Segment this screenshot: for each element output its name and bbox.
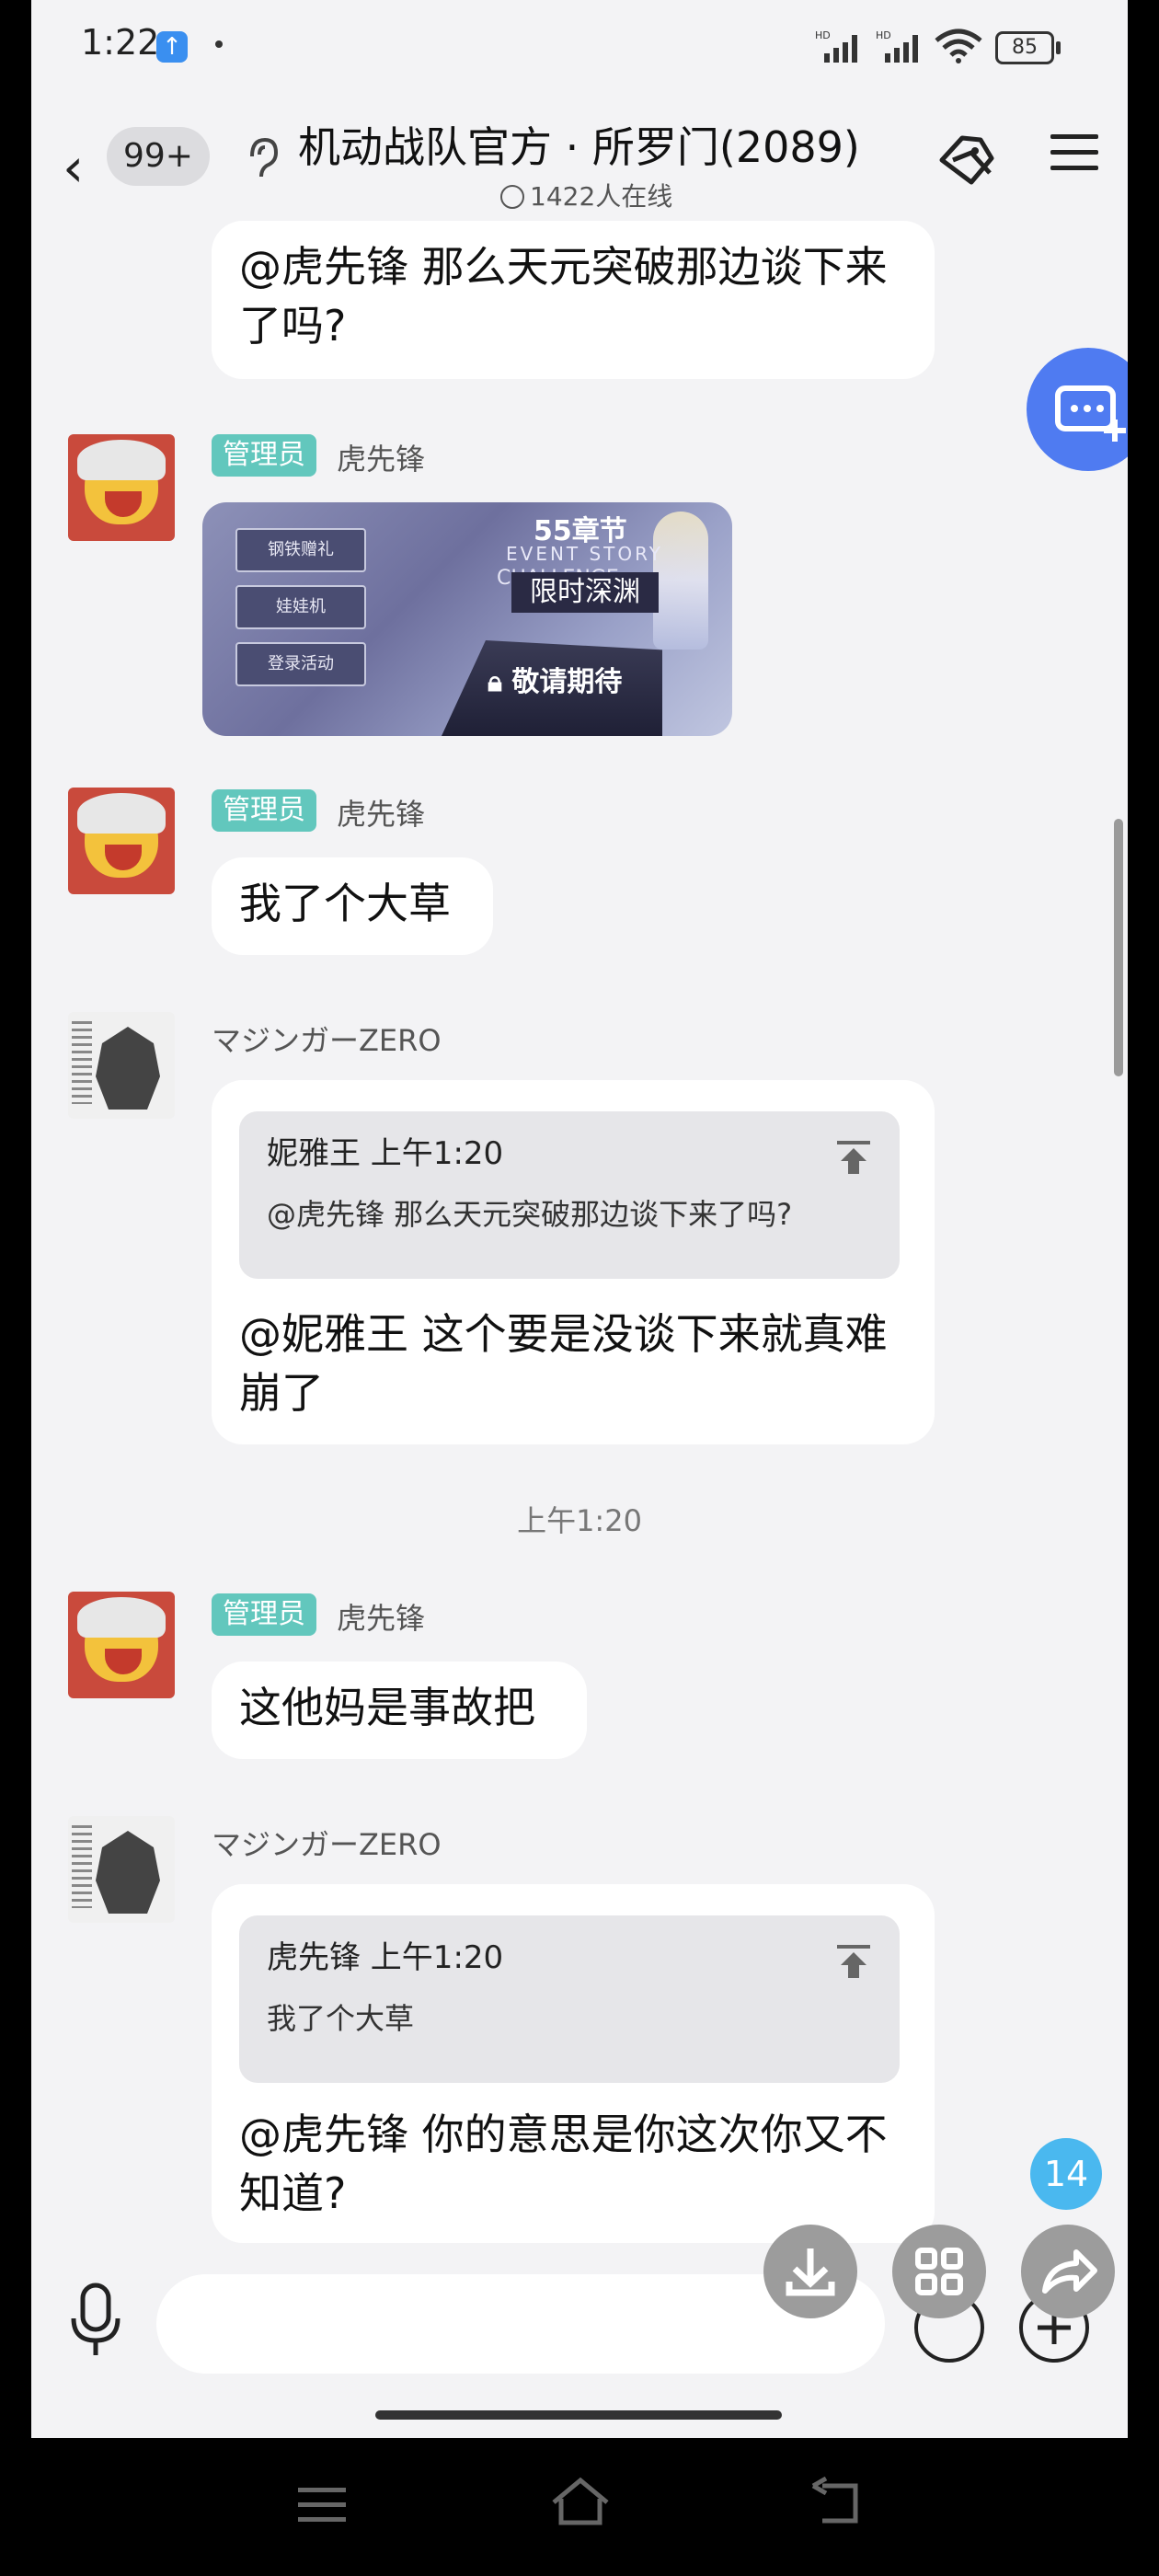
menu-icon[interactable]	[1050, 134, 1098, 181]
message-text: @妮雅王 这个要是没谈下来就真难崩了	[239, 1309, 888, 1418]
message-text: 我了个大草	[239, 879, 451, 928]
avatar[interactable]	[68, 1592, 175, 1698]
message-text: @虎先锋 你的意思是你这次你又不知道?	[239, 2110, 888, 2218]
signal-icon: HD	[815, 29, 857, 63]
lock-icon: 🔒︎	[488, 666, 502, 698]
quoted-message[interactable]: 妮雅王 上午1:20 @虎先锋 那么天元突破那边谈下来了吗?	[239, 1111, 900, 1279]
image-message[interactable]: 钢铁赠礼 娃娃机 登录活动 55章节 EVENT STORY CHALLENGE…	[202, 502, 732, 736]
sender-name[interactable]: 虎先锋	[337, 791, 425, 834]
chat-screen: 1:22 ↑ HD HD 85 ‹ 99+ 机动战队官方 · 所罗门(2089)	[31, 0, 1128, 2438]
admin-badge: 管理员	[212, 434, 316, 477]
upload-notification-icon: ↑	[156, 31, 188, 63]
message-bubble[interactable]: @虎先锋 那么天元突破那边谈下来了吗?	[212, 221, 935, 379]
image-lock-label: 🔒︎ 敬请期待	[488, 659, 622, 699]
chat-plus-icon	[1055, 385, 1126, 442]
online-count-text: 1422人在线	[530, 181, 673, 212]
battery-icon: 85	[995, 31, 1061, 64]
status-bar: 1:22 ↑ HD HD 85	[31, 0, 1128, 101]
unread-count-badge[interactable]: 99+	[107, 127, 210, 186]
jump-to-top-icon[interactable]	[835, 1139, 872, 1176]
image-lock-text: 敬请期待	[511, 666, 623, 698]
wifi-icon	[935, 29, 982, 63]
recents-icon[interactable]	[294, 2482, 350, 2528]
back-arrow-icon[interactable]: ‹	[63, 136, 84, 199]
apps-grid-button[interactable]	[892, 2225, 986, 2318]
image-menu-button: 登录活动	[235, 642, 366, 686]
quoted-message[interactable]: 虎先锋 上午1:20 我了个大草	[239, 1915, 900, 2083]
sender-name[interactable]: マジンガーZERO	[212, 1018, 442, 1060]
message-text: 这他妈是事故把	[239, 1683, 535, 1732]
home-indicator[interactable]	[375, 2410, 782, 2420]
tag-icon[interactable]	[936, 131, 1004, 190]
image-menu-button: 娃娃机	[235, 585, 366, 629]
chat-header: ‹ 99+ 机动战队官方 · 所罗门(2089) 1422人在线	[31, 101, 1128, 221]
signal-icon-2: HD	[876, 29, 918, 63]
status-time: 1:22	[81, 22, 160, 63]
grid-icon	[915, 2248, 963, 2295]
back-icon[interactable]	[809, 2477, 865, 2528]
group-title: 机动战队官方 · 所罗门(2089)	[298, 122, 860, 172]
avatar[interactable]	[68, 434, 175, 541]
compose-message-button[interactable]	[1027, 348, 1128, 471]
system-navigation-bar	[0, 2438, 1159, 2576]
download-button[interactable]	[763, 2225, 857, 2318]
image-menu-button: 钢铁赠礼	[235, 528, 366, 572]
share-arrow-icon	[1042, 2249, 1097, 2294]
sender-name[interactable]: マジンガーZERO	[212, 1822, 442, 1864]
image-event-label: EVENT STORY	[506, 543, 663, 565]
home-icon[interactable]	[548, 2475, 613, 2530]
avatar[interactable]	[68, 1012, 175, 1119]
message-text: @虎先锋 那么天元突破那边谈下来了吗?	[239, 242, 888, 351]
sender-name[interactable]: 虎先锋	[337, 436, 425, 478]
quote-text: @虎先锋 那么天元突破那边谈下来了吗?	[267, 1197, 793, 1232]
character-figure	[653, 512, 708, 650]
quote-header: 妮雅王 上午1:20	[267, 1135, 504, 1172]
scrollbar[interactable]	[1114, 819, 1123, 1076]
jump-to-top-icon[interactable]	[835, 1943, 872, 1980]
sender-name[interactable]: 虎先锋	[337, 1595, 425, 1638]
online-clock-icon	[500, 185, 524, 209]
new-messages-count[interactable]: 14	[1030, 2138, 1102, 2210]
admin-badge: 管理员	[212, 789, 316, 832]
microphone-icon[interactable]	[66, 2282, 125, 2359]
share-button[interactable]	[1021, 2225, 1115, 2318]
notification-dot-icon	[215, 40, 223, 48]
avatar[interactable]	[68, 1816, 175, 1923]
message-bubble[interactable]: 我了个大草	[212, 857, 493, 955]
time-separator: 上午1:20	[517, 1503, 642, 1538]
quote-header: 虎先锋 上午1:20	[267, 1939, 504, 1976]
avatar[interactable]	[68, 788, 175, 894]
online-count: 1422人在线	[500, 177, 672, 213]
quote-text: 我了个大草	[267, 2001, 415, 2036]
download-icon	[786, 2248, 835, 2296]
admin-badge: 管理员	[212, 1593, 316, 1636]
svg-text:HD: HD	[876, 29, 891, 41]
ear-icon[interactable]	[243, 136, 280, 182]
image-abyss-label: 限时深渊	[511, 572, 659, 613]
message-bubble[interactable]: 这他妈是事故把	[212, 1662, 587, 1759]
svg-text:HD: HD	[815, 29, 831, 41]
